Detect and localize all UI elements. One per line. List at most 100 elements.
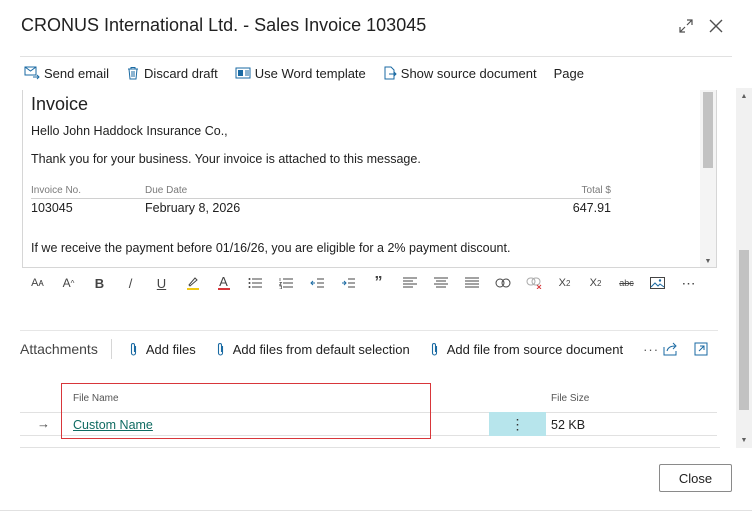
due-date-header: Due Date bbox=[145, 185, 188, 196]
unlink-icon bbox=[526, 277, 541, 289]
more-formatting-button[interactable]: ⋯ bbox=[673, 272, 704, 294]
bold-button[interactable]: B bbox=[84, 272, 115, 294]
expand-part-icon[interactable] bbox=[692, 340, 710, 358]
show-source-document-label: Show source document bbox=[400, 65, 537, 81]
add-file-source-document-button[interactable]: Add file from source document bbox=[430, 342, 623, 357]
bold-icon: B bbox=[94, 275, 105, 291]
trash-icon bbox=[128, 67, 139, 80]
add-files-default-selection-button[interactable]: Add files from default selection bbox=[216, 342, 410, 357]
bullet-list-icon bbox=[248, 278, 262, 288]
subscript-button[interactable]: X2 bbox=[580, 272, 611, 294]
align-center-button[interactable] bbox=[425, 272, 456, 294]
discard-draft-label: Discard draft bbox=[144, 65, 218, 81]
file-size-column-header[interactable]: File Size bbox=[551, 393, 589, 404]
align-center-icon bbox=[433, 277, 448, 288]
quote-icon: ” bbox=[374, 274, 383, 291]
paperclip-icon bbox=[431, 342, 437, 356]
grid-bottom-border bbox=[20, 447, 720, 448]
numbered-list-icon bbox=[278, 278, 293, 289]
page-menu-label: Page bbox=[553, 65, 585, 81]
discount-note: If we receive the payment before 01/16/2… bbox=[31, 241, 511, 255]
decrease-indent-button[interactable] bbox=[301, 272, 332, 294]
attachments-title: Attachments bbox=[20, 341, 98, 357]
numbered-list-button[interactable] bbox=[270, 272, 301, 294]
invoice-no-header: Invoice No. bbox=[31, 185, 82, 196]
vertical-ellipsis-icon: ⋮ bbox=[510, 415, 525, 432]
discard-draft-button[interactable]: Discard draft bbox=[126, 66, 218, 81]
font-color-button[interactable]: A bbox=[208, 272, 239, 294]
superscript-button[interactable]: X2 bbox=[549, 272, 580, 294]
increase-indent-button[interactable] bbox=[332, 272, 363, 294]
highlighter-icon bbox=[186, 277, 199, 290]
due-date-value: February 8, 2026 bbox=[145, 201, 241, 215]
link-icon bbox=[495, 278, 510, 288]
invoice-no-value: 103045 bbox=[31, 201, 73, 215]
align-left-button[interactable] bbox=[394, 272, 425, 294]
attachments-toolbar: Attachments Add files Add files from def… bbox=[20, 338, 689, 360]
align-justify-button[interactable] bbox=[456, 272, 487, 294]
strikethrough-icon: abc bbox=[619, 278, 634, 288]
title-divider bbox=[20, 56, 732, 57]
footer-divider bbox=[0, 510, 752, 511]
use-word-template-button[interactable]: Use Word template bbox=[235, 66, 366, 81]
total-value: 647.91 bbox=[572, 201, 611, 215]
total-header: Total $ bbox=[581, 185, 611, 196]
invoice-summary-table: Invoice No. Due Date Total $ 103045 Febr… bbox=[31, 185, 611, 225]
insert-image-button[interactable] bbox=[642, 272, 673, 294]
row-actions-button[interactable]: ⋮ bbox=[489, 412, 546, 436]
outdent-icon bbox=[309, 278, 324, 288]
close-icon[interactable] bbox=[704, 14, 728, 38]
editor-scrollbar[interactable]: ▼ bbox=[700, 90, 716, 267]
add-file-source-document-label: Add file from source document bbox=[446, 341, 624, 357]
send-email-button[interactable]: Send email bbox=[24, 66, 109, 81]
word-template-icon bbox=[235, 67, 251, 79]
scroll-down-icon[interactable]: ▼ bbox=[739, 435, 749, 445]
paperclip-icon bbox=[130, 342, 136, 356]
action-toolbar: Send email Discard draft Use Word templa… bbox=[24, 62, 601, 84]
page-scroll-thumb[interactable] bbox=[739, 250, 749, 410]
formatting-toolbar: Aᴀ A ^ B / U A ” X2 X2 abc ⋯ bbox=[22, 272, 704, 294]
strikethrough-button[interactable]: abc bbox=[611, 272, 642, 294]
scroll-up-icon[interactable]: ▲ bbox=[739, 91, 749, 101]
show-source-document-button[interactable]: Show source document bbox=[383, 66, 537, 81]
paperclip-icon bbox=[217, 342, 223, 356]
add-files-button[interactable]: Add files bbox=[129, 342, 196, 357]
close-button[interactable]: Close bbox=[659, 464, 732, 492]
editor-scroll-thumb[interactable] bbox=[703, 92, 713, 168]
invoice-greeting: Hello John Haddock Insurance Co., bbox=[31, 124, 228, 138]
file-name-link[interactable]: Custom Name bbox=[73, 418, 153, 432]
italic-button[interactable]: / bbox=[115, 272, 146, 294]
page-menu-button[interactable]: Page bbox=[554, 66, 584, 81]
quote-button[interactable]: ” bbox=[363, 272, 394, 294]
expand-icon[interactable] bbox=[674, 14, 698, 38]
source-document-icon bbox=[384, 66, 397, 80]
page-scrollbar[interactable]: ▲ ▼ bbox=[736, 88, 752, 448]
insert-link-button[interactable] bbox=[487, 272, 518, 294]
share-icon[interactable] bbox=[661, 340, 679, 358]
row-indicator-arrow: → bbox=[37, 416, 50, 431]
attachments-more-button[interactable]: ··· bbox=[643, 342, 659, 357]
attachments-divider bbox=[20, 330, 718, 331]
email-body-editor[interactable]: Invoice Hello John Haddock Insurance Co.… bbox=[22, 90, 717, 268]
font-color-icon: A bbox=[219, 274, 228, 289]
bullet-list-button[interactable] bbox=[239, 272, 270, 294]
scroll-down-icon[interactable]: ▼ bbox=[703, 257, 713, 265]
use-word-template-label: Use Word template bbox=[254, 65, 366, 81]
italic-icon: / bbox=[128, 275, 133, 291]
send-email-label: Send email bbox=[44, 65, 110, 81]
underline-button[interactable]: U bbox=[146, 272, 177, 294]
remove-link-button[interactable] bbox=[518, 272, 549, 294]
highlight-button[interactable] bbox=[177, 272, 208, 294]
toolbar-separator bbox=[110, 339, 112, 359]
send-email-icon bbox=[24, 66, 40, 80]
more-icon: ⋯ bbox=[681, 274, 696, 291]
font-size-decrease-button[interactable]: Aᴀ bbox=[22, 272, 53, 294]
table-row[interactable]: → Custom Name ⋮ 52 KB bbox=[20, 412, 717, 436]
file-name-column-header[interactable]: File Name bbox=[73, 393, 119, 404]
add-files-default-selection-label: Add files from default selection bbox=[232, 341, 410, 357]
file-size-value: 52 KB bbox=[551, 418, 586, 432]
font-size-increase-button[interactable]: A ^ bbox=[53, 272, 84, 294]
underline-icon: U bbox=[156, 275, 167, 291]
image-icon bbox=[650, 277, 665, 289]
dialog-title: CRONUS International Ltd. - Sales Invoic… bbox=[21, 15, 427, 35]
